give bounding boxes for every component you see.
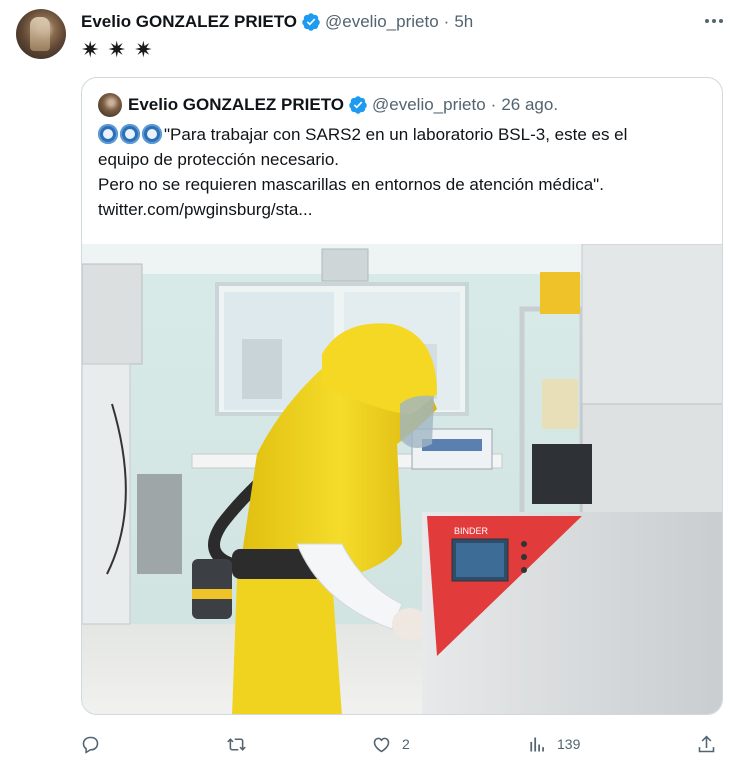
retweet-icon [227, 737, 246, 751]
author-avatar[interactable] [16, 9, 66, 59]
tweet-timestamp[interactable]: 5h [454, 12, 473, 32]
quoted-author-handle: @evelio_prieto [372, 95, 486, 114]
share-icon [698, 735, 715, 752]
like-button[interactable]: 2 [371, 731, 410, 757]
quoted-tweet-text: "Para trabajar con SARS2 en un laborator… [98, 122, 708, 222]
author-handle[interactable]: @evelio_prieto [325, 12, 439, 32]
quoted-text-line: "Para trabajar con SARS2 en un laborator… [98, 122, 708, 147]
reply-button[interactable] [80, 731, 111, 757]
quoted-tweet-header: Evelio GONZALEZ PRIETO @evelio_prieto · … [98, 92, 558, 118]
incubator-brand-label: BINDER [454, 526, 489, 536]
quoted-author-name: Evelio GONZALEZ PRIETO [128, 95, 344, 114]
tweet-header: Evelio GONZALEZ PRIETO @evelio_prieto · … [81, 11, 724, 33]
quoted-author-avatar [98, 93, 122, 117]
reply-icon [82, 736, 99, 754]
quoted-text-line: equipo de protección necesario. [98, 150, 339, 169]
lab-scene-image: BINDER [82, 244, 722, 714]
quoted-link[interactable]: twitter.com/pwginsburg/sta... [98, 197, 708, 222]
like-count: 2 [402, 736, 410, 752]
tweet-text: ✷ ✷ ✷ [81, 37, 154, 62]
blue-circles-emoji [98, 124, 162, 144]
author-name[interactable]: Evelio GONZALEZ PRIETO [81, 12, 297, 32]
verified-badge-icon [349, 96, 367, 114]
separator-dot: · [490, 95, 497, 114]
verified-badge-icon [302, 13, 320, 31]
lab-photo[interactable]: BINDER [82, 244, 722, 714]
retweet-button[interactable] [226, 731, 257, 757]
views-button[interactable]: 139 [526, 731, 580, 757]
more-icon [705, 19, 723, 23]
views-count: 139 [557, 736, 581, 752]
quoted-text-line: Pero no se requieren mascarillas en ento… [98, 175, 604, 194]
quoted-tweet-date: 26 ago. [501, 95, 559, 114]
views-icon [530, 737, 544, 751]
separator-dot: · [443, 12, 450, 31]
more-options-button[interactable] [702, 11, 726, 31]
action-bar: 2 139 [80, 731, 720, 757]
quoted-tweet[interactable]: Evelio GONZALEZ PRIETO @evelio_prieto · … [81, 77, 723, 715]
share-button[interactable] [696, 731, 717, 757]
heart-icon [373, 737, 390, 752]
